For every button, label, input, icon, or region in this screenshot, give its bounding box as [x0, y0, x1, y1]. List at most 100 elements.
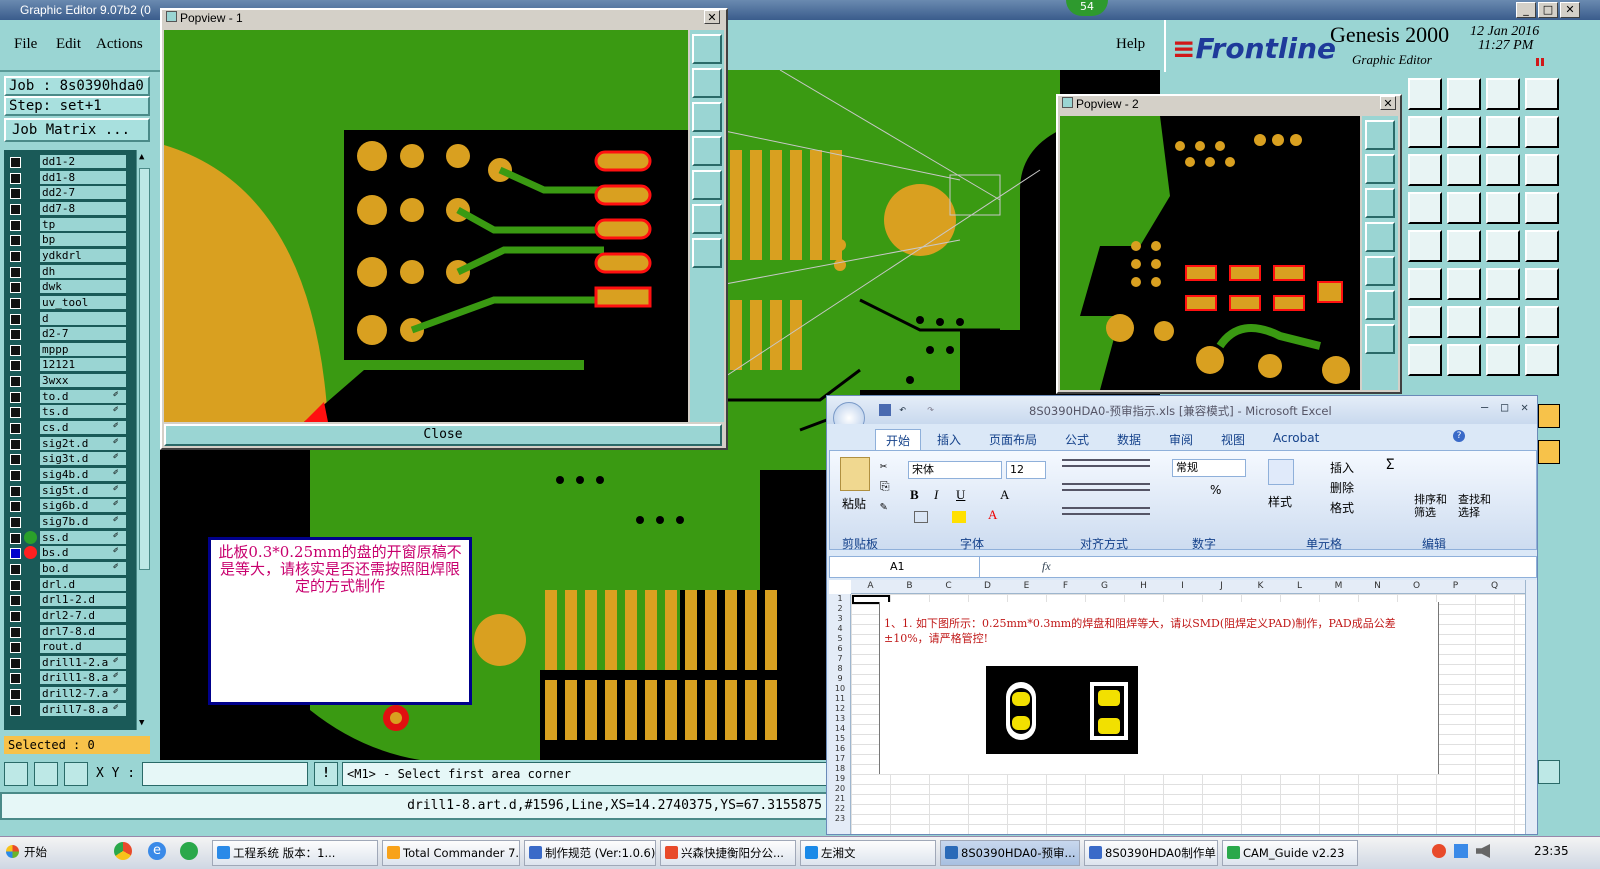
column-header[interactable]: F	[1046, 581, 1085, 591]
layer-row[interactable]: dd2-7	[4, 185, 136, 201]
font-name-select[interactable]: 宋体	[908, 461, 1002, 479]
layer-checkbox[interactable]	[10, 438, 21, 450]
pan-down-icon[interactable]	[1365, 188, 1395, 218]
move-left-icon[interactable]	[1408, 116, 1442, 148]
measure-b-icon[interactable]	[1525, 192, 1559, 224]
column-header[interactable]: D	[968, 581, 1007, 591]
autosum-icon[interactable]: Σ	[1386, 457, 1394, 473]
layer-row[interactable]: rout.d	[4, 639, 136, 655]
column-header[interactable]: H	[1124, 581, 1163, 591]
copy-icon[interactable]	[1525, 344, 1559, 376]
layer-checkbox[interactable]	[10, 485, 21, 497]
zoom-home-icon[interactable]	[1365, 120, 1395, 150]
layer-row[interactable]: sig7b.d ✐	[4, 514, 136, 530]
menu-actions[interactable]: Actions	[96, 36, 143, 53]
scroll-thumb[interactable]	[139, 168, 150, 570]
network-icon[interactable]	[1454, 844, 1468, 858]
pan-left-icon[interactable]	[1365, 222, 1395, 252]
measure-a-icon[interactable]	[1486, 192, 1520, 224]
ruler-icon[interactable]	[1486, 230, 1520, 262]
row-header[interactable]: 23	[829, 814, 851, 823]
rotate-icon[interactable]	[1486, 306, 1520, 338]
layer-row[interactable]: sig5t.d ✐	[4, 483, 136, 499]
grid-icon[interactable]	[64, 762, 88, 786]
help-icon[interactable]: ?	[1453, 430, 1465, 442]
layer-row[interactable]: ss.d ✐	[4, 530, 136, 546]
paste-icon[interactable]	[840, 457, 870, 491]
layer-name[interactable]: drl2-7.d	[40, 608, 126, 622]
row-header[interactable]: 6	[829, 644, 851, 653]
row-header[interactable]: 22	[829, 804, 851, 813]
layer-row[interactable]: drl.d	[4, 577, 136, 593]
layer-checkbox[interactable]	[10, 219, 21, 231]
zoom-out-icon[interactable]	[692, 238, 722, 268]
popview-2-close-icon[interactable]: ✕	[1380, 96, 1396, 110]
highlight-icon[interactable]	[1538, 440, 1560, 464]
measure-icon[interactable]	[1538, 404, 1560, 428]
layer-name[interactable]: dd2-7	[40, 186, 126, 200]
layer-row[interactable]: 12121	[4, 357, 136, 373]
font-color-icon[interactable]: A	[988, 507, 997, 523]
clock[interactable]: 23:35	[1534, 844, 1569, 858]
layer-checkbox[interactable]	[10, 548, 21, 560]
layer-name[interactable]: dwk	[40, 280, 126, 294]
number-format-select[interactable]: 常规	[1172, 459, 1246, 477]
layer-row[interactable]: dd1-2	[4, 154, 136, 170]
layer-row[interactable]: to.d ✐	[4, 389, 136, 405]
pan-down-icon[interactable]	[692, 102, 722, 132]
row-header[interactable]: 19	[829, 774, 851, 783]
layer-checkbox[interactable]	[10, 642, 21, 654]
layer-row[interactable]: d2-7	[4, 326, 136, 342]
excel-minimize-icon[interactable]: –	[1481, 400, 1488, 414]
layer-name[interactable]: 3wxx	[40, 374, 126, 388]
undo-icon[interactable]: ↶	[899, 402, 906, 416]
column-header[interactable]: N	[1358, 581, 1397, 591]
layer-row[interactable]: sig4b.d ✐	[4, 467, 136, 483]
layer-checkbox[interactable]	[10, 673, 21, 685]
layer-row[interactable]: sig2t.d ✐	[4, 436, 136, 452]
row-header[interactable]: 14	[829, 724, 851, 733]
layer-down-icon[interactable]	[1447, 78, 1481, 110]
zoom-home-icon[interactable]	[692, 34, 722, 64]
job-matrix-button[interactable]: Job Matrix ...	[4, 118, 150, 142]
layer-checkbox[interactable]	[10, 172, 21, 184]
ratio-icon[interactable]	[1486, 154, 1520, 186]
pan-right-icon[interactable]	[1365, 256, 1395, 286]
layer-row[interactable]: dd1-8	[4, 170, 136, 186]
layer-row[interactable]: sig3t.d ✐	[4, 451, 136, 467]
excel-vertical-scrollbar[interactable]	[1525, 580, 1537, 834]
column-header[interactable]: Q	[1475, 581, 1514, 591]
layer-name[interactable]: dd1-8	[40, 170, 126, 184]
slash-icon[interactable]	[1447, 306, 1481, 338]
layer-name[interactable]: mppp	[40, 342, 126, 356]
layer-row[interactable]: d	[4, 311, 136, 327]
layer-name[interactable]: drl7-8.d	[40, 624, 126, 638]
volume-icon[interactable]	[1476, 844, 1490, 858]
menu-file[interactable]: File	[14, 36, 37, 53]
cut-icon[interactable]: ✂	[880, 459, 887, 473]
layer-row[interactable]: drl1-2.d	[4, 592, 136, 608]
layer-name[interactable]: dh	[40, 264, 126, 278]
excel-restore-icon[interactable]: □	[1501, 400, 1508, 414]
close-window-button[interactable]: ✕	[1560, 2, 1580, 18]
layer-checkbox[interactable]	[10, 250, 21, 262]
layer-row[interactable]: dwk	[4, 279, 136, 295]
column-header[interactable]: E	[1007, 581, 1046, 591]
tab-insert[interactable]: 插入	[937, 431, 961, 448]
taskbar-item[interactable]: 8S0390HDA0-预审...	[940, 840, 1080, 866]
layer-checkbox[interactable]	[10, 595, 21, 607]
row-header[interactable]: 9	[829, 674, 851, 683]
layer-checkbox[interactable]	[10, 329, 21, 341]
layer-name[interactable]: bp	[40, 233, 126, 247]
layer-name[interactable]: d2-7	[40, 327, 126, 341]
angle-icon[interactable]	[1408, 306, 1442, 338]
tab-view[interactable]: 视图	[1221, 431, 1245, 448]
layer-checkbox[interactable]	[10, 344, 21, 356]
taskbar-item[interactable]: CAM_Guide v2.23	[1222, 840, 1358, 866]
layer-checkbox[interactable]	[10, 501, 21, 513]
layer-checkbox[interactable]	[10, 563, 21, 575]
anchor-icon[interactable]	[1525, 268, 1559, 300]
layer-row[interactable]: drill1-2.a ✐	[4, 655, 136, 671]
layer-name[interactable]: drl1-2.d	[40, 593, 126, 607]
layer-row[interactable]: drill1-8.a ✐	[4, 670, 136, 686]
